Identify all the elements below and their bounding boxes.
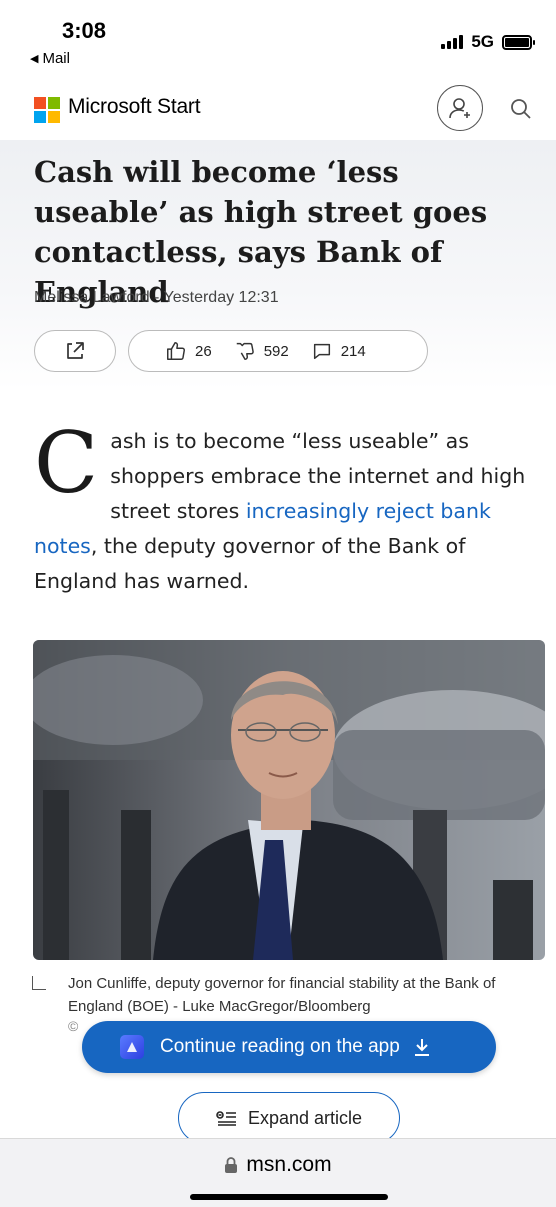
photo-copyright: © xyxy=(68,1018,79,1034)
dislike-button[interactable]: 592 xyxy=(234,340,289,362)
thumbs-down-icon xyxy=(236,342,254,360)
expand-list-icon xyxy=(216,1111,236,1126)
search-icon xyxy=(511,99,531,119)
url-text: msn.com xyxy=(246,1153,332,1176)
brand-name[interactable]: Microsoft Start xyxy=(68,95,201,119)
back-triangle-icon: ◀ xyxy=(30,53,39,65)
status-indicators: 5G xyxy=(441,32,535,52)
add-user-icon xyxy=(449,98,470,119)
profile-button[interactable] xyxy=(437,85,483,131)
search-button[interactable] xyxy=(506,94,536,124)
photo-man-in-suit-icon xyxy=(33,640,545,960)
article-photo xyxy=(33,640,545,960)
continue-reading-app-button[interactable]: Continue reading on the app xyxy=(82,1021,496,1073)
browser-url-bar: msn.com xyxy=(0,1138,556,1207)
like-button[interactable]: 26 xyxy=(165,340,212,362)
like-count: 26 xyxy=(195,342,212,360)
screen: 3:08 ◀ Mail 5G Microsoft Start Cash will… xyxy=(0,0,556,1207)
url-display[interactable]: msn.com xyxy=(0,1153,556,1177)
microsoft-logo-icon[interactable] xyxy=(34,97,60,123)
photo-caption: Jon Cunliffe, deputy governor for financ… xyxy=(68,975,496,1015)
app-header: Microsoft Start xyxy=(0,80,556,140)
lock-icon xyxy=(225,1157,238,1173)
drop-cap: C xyxy=(34,414,99,512)
caption-corner-icon xyxy=(32,976,46,990)
status-bar: 3:08 ◀ Mail 5G xyxy=(0,0,556,80)
comments-button[interactable]: 214 xyxy=(311,340,366,362)
download-icon xyxy=(414,1039,429,1056)
share-button[interactable] xyxy=(34,330,116,372)
article-headline: Cash will become ‘less useable’ as high … xyxy=(34,155,488,309)
thumbs-up-icon xyxy=(167,342,185,360)
reactions-bar: 26 592 214 xyxy=(128,330,428,372)
back-mail-label: Mail xyxy=(42,50,70,67)
back-to-mail-link[interactable]: ◀ Mail xyxy=(30,50,70,67)
continue-reading-label: Continue reading on the app xyxy=(160,1036,400,1057)
expand-article-button[interactable]: Expand article xyxy=(178,1092,400,1144)
dislike-count: 592 xyxy=(263,342,289,360)
share-icon xyxy=(67,342,84,359)
comment-count: 214 xyxy=(340,342,366,360)
body-tail-text: , the deputy governor of the Bank of Eng… xyxy=(34,534,466,593)
status-time: 3:08 xyxy=(62,18,107,43)
network-type: 5G xyxy=(471,32,494,51)
battery-icon xyxy=(502,34,535,50)
home-indicator[interactable] xyxy=(190,1194,388,1200)
signal-icon xyxy=(441,35,464,49)
expand-article-label: Expand article xyxy=(247,1107,363,1128)
article-byline: Melissa Lawford - Yesterday 12:31 xyxy=(34,289,279,306)
article-body: Cash is to become “less useable” as shop… xyxy=(34,414,544,599)
comment-icon xyxy=(313,343,330,360)
app-icon xyxy=(120,1035,144,1059)
